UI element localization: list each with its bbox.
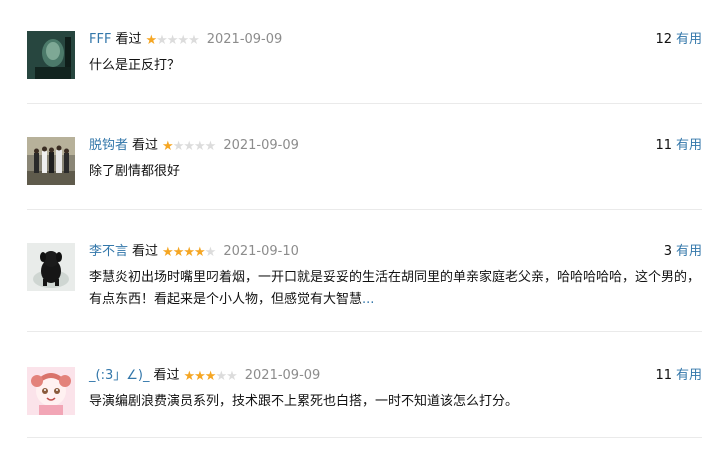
user-name-link[interactable]: _(:3」∠)_ [89, 367, 149, 385]
expand-more-link[interactable]: ... [362, 292, 374, 307]
divider [27, 331, 702, 332]
user-name-link[interactable]: 脱钩者 [89, 137, 128, 155]
comment-meta: _(:3」∠)_ 看过 ★ ★ ★ ★ ★ 2021-09-09 [89, 367, 320, 385]
star-filled-icon: ★ [204, 368, 217, 384]
star-filled-icon: ★ [172, 244, 185, 260]
star-empty-icon: ★ [226, 368, 238, 384]
comment-text: 除了剧情都很好 [89, 164, 181, 179]
avatar[interactable] [27, 31, 75, 79]
comment-text: 导演编剧浪费演员系列，技术跟不上累死也白搭，一时不知道该怎么打分。 [89, 394, 519, 409]
useful-count: 12 [655, 32, 672, 47]
star-filled-icon: ★ [162, 138, 174, 154]
comment-date: 2021-09-09 [206, 32, 283, 47]
divider [27, 437, 702, 438]
star-empty-icon: ★ [183, 138, 195, 154]
divider [27, 103, 702, 104]
star-empty-icon: ★ [177, 32, 189, 48]
avatar[interactable] [27, 367, 75, 415]
useful-label: 有用 [675, 244, 702, 259]
star-empty-icon: ★ [204, 244, 217, 260]
avatar[interactable] [27, 137, 75, 185]
star-empty-icon: ★ [166, 32, 179, 48]
watch-status: 看过 [132, 138, 159, 153]
watch-status: 看过 [115, 32, 142, 47]
comment-text-body: 李慧炎初出场时嘴里叼着烟，一开口就是妥妥的生活在胡同里的单亲家庭老父亲，哈哈哈哈… [89, 270, 701, 307]
star-empty-icon: ★ [156, 32, 168, 48]
useful-label: 有用 [675, 368, 702, 383]
useful-count: 3 [663, 244, 672, 259]
comment-meta: 脱钩者 看过 ★ ★ ★ ★ ★ 2021-09-09 [89, 137, 299, 155]
useful-count: 11 [655, 368, 672, 383]
star-empty-icon: ★ [204, 138, 217, 154]
comment-date: 2021-09-09 [223, 138, 299, 153]
star-filled-icon: ★ [183, 368, 195, 384]
useful-vote-button[interactable]: 11 有用 [655, 137, 702, 155]
avatar[interactable] [27, 243, 75, 291]
star-filled-icon: ★ [194, 244, 206, 260]
useful-label: 有用 [675, 138, 702, 153]
rating-stars: ★ ★ ★ ★ ★ [162, 244, 217, 260]
star-empty-icon: ★ [172, 138, 185, 154]
star-empty-icon: ★ [194, 138, 206, 154]
user-name-link[interactable]: 李不言 [89, 243, 128, 261]
divider [27, 209, 702, 210]
comment-text: 什么是正反打？ [89, 58, 181, 73]
star-empty-icon: ★ [215, 368, 227, 384]
useful-label: 有用 [675, 32, 702, 47]
star-filled-icon: ★ [194, 368, 206, 384]
useful-count: 11 [655, 138, 672, 153]
star-filled-icon: ★ [162, 244, 174, 260]
rating-stars: ★ ★ ★ ★ ★ [145, 32, 200, 48]
comment-date: 2021-09-09 [244, 368, 321, 383]
comment-meta: FFF 看过 ★ ★ ★ ★ ★ 2021-09-09 [89, 31, 282, 49]
rating-stars: ★ ★ ★ ★ ★ [183, 368, 238, 384]
watch-status: 看过 [132, 244, 159, 259]
comment-text: 李慧炎初出场时嘴里叼着烟，一开口就是妥妥的生活在胡同里的单亲家庭老父亲，哈哈哈哈… [89, 267, 702, 311]
star-filled-icon: ★ [183, 244, 195, 260]
star-empty-icon: ★ [188, 32, 200, 48]
rating-stars: ★ ★ ★ ★ ★ [162, 138, 217, 154]
comment-meta: 李不言 看过 ★ ★ ★ ★ ★ 2021-09-10 [89, 243, 299, 261]
user-name-link[interactable]: FFF [89, 31, 111, 49]
useful-vote-button[interactable]: 3 有用 [664, 243, 702, 261]
star-filled-icon: ★ [145, 32, 157, 48]
useful-vote-button[interactable]: 12 有用 [655, 31, 702, 49]
watch-status: 看过 [153, 368, 180, 383]
comment-date: 2021-09-10 [223, 244, 299, 259]
useful-vote-button[interactable]: 11 有用 [655, 367, 702, 385]
